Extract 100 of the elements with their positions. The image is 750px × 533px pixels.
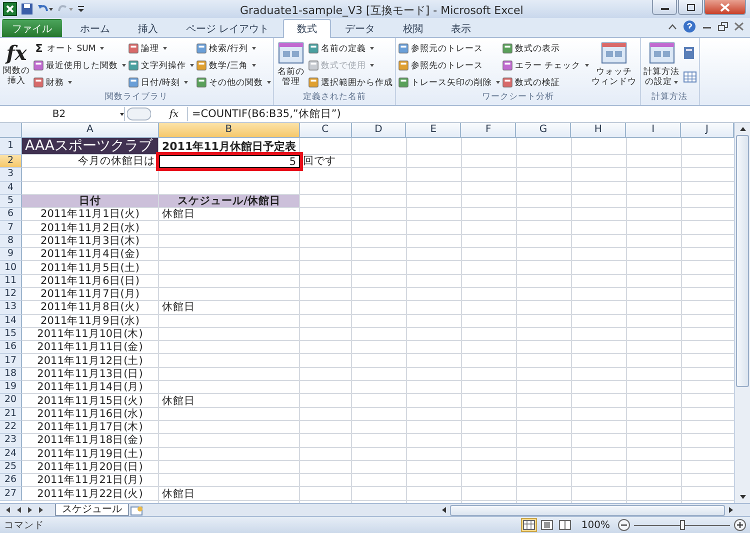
row-header[interactable]: 19 — [0, 381, 22, 394]
scroll-right-icon[interactable] — [727, 506, 735, 514]
ribbon-button[interactable]: エラー チェック — [502, 58, 589, 73]
ribbon-button[interactable]: 数式の表示 — [502, 41, 589, 56]
formula-field[interactable]: =COUNTIF(B6:B35,”休館日”) — [187, 107, 750, 121]
zoom-level[interactable]: 100% — [581, 520, 610, 530]
view-button[interactable] — [521, 518, 538, 532]
column-header[interactable]: G — [516, 123, 572, 138]
close-workbook-icon[interactable] — [734, 22, 744, 31]
ribbon-tab[interactable]: ページ レイアウト — [172, 19, 284, 37]
zoom-in-icon[interactable] — [734, 519, 746, 531]
column-header[interactable]: D — [352, 123, 406, 138]
ribbon-button[interactable]: 財務 — [33, 75, 126, 90]
ribbon-large-button[interactable]: fx 関数の 挿入 — [2, 40, 31, 91]
close-button[interactable] — [704, 0, 746, 15]
ribbon-large-button[interactable]: ウォッチ ウィンドウ — [590, 40, 638, 91]
column-header[interactable]: H — [571, 123, 626, 138]
ribbon-button[interactable]: 名前の定義 — [308, 41, 393, 56]
column-header[interactable]: B — [158, 123, 300, 138]
row-header[interactable]: 25 — [0, 460, 22, 474]
maximize-button[interactable] — [678, 0, 703, 15]
help-icon[interactable] — [683, 20, 696, 33]
row-header[interactable]: 27 — [0, 487, 22, 501]
caret-icon[interactable] — [120, 112, 124, 116]
ribbon-button[interactable]: トレース矢印の削除 — [398, 75, 500, 90]
row-header[interactable]: 18 — [0, 368, 22, 382]
ribbon-button[interactable]: Σ オート SUM — [33, 41, 126, 56]
ribbon-button[interactable]: その他の関数 — [196, 75, 271, 90]
row-header[interactable]: 22 — [0, 420, 22, 434]
column-header[interactable]: J — [681, 123, 734, 138]
ribbon-tab[interactable]: 挿入 — [124, 19, 172, 37]
ribbon-tab[interactable]: 校閲 — [389, 19, 438, 37]
ribbon-tab[interactable]: 数式 — [283, 19, 332, 38]
caret-icon — [370, 47, 374, 50]
row-header[interactable]: 14 — [0, 314, 22, 328]
vertical-scrollbar[interactable] — [734, 123, 750, 503]
row-header[interactable]: 12 — [0, 288, 22, 302]
ribbon-button[interactable]: 最近使用した関数 — [33, 58, 126, 73]
scroll-up-icon[interactable] — [738, 125, 746, 133]
ribbon-button[interactable]: 日付/時刻 — [128, 75, 194, 90]
row-header[interactable]: 24 — [0, 448, 22, 461]
row-header[interactable]: 16 — [0, 341, 22, 354]
column-header[interactable]: E — [406, 123, 462, 138]
row-header[interactable]: 17 — [0, 354, 22, 368]
ribbon-large-button[interactable]: 名前の 管理 — [276, 40, 306, 91]
row-header[interactable]: 11 — [0, 274, 22, 288]
slider-thumb[interactable] — [680, 520, 684, 530]
calculator-icon[interactable] — [682, 46, 695, 60]
ribbon-tab[interactable]: データ — [331, 19, 390, 37]
row-header[interactable]: 15 — [0, 328, 22, 342]
ribbon-button[interactable]: 論理 — [128, 41, 194, 56]
row-header[interactable]: 9 — [0, 248, 22, 262]
minimize-button[interactable] — [652, 0, 677, 15]
sheet-tab[interactable]: スケジュール — [55, 504, 129, 516]
row-header[interactable]: 26 — [0, 474, 22, 488]
ribbon-button[interactable]: 検索/行列 — [196, 41, 271, 56]
file-tab[interactable]: ファイル — [2, 19, 62, 37]
column-header[interactable]: I — [626, 123, 682, 138]
column-header[interactable]: A — [22, 123, 159, 138]
row-header[interactable]: 2 — [0, 155, 22, 168]
ribbon-button[interactable]: 参照先のトレース — [398, 58, 500, 73]
row-header[interactable]: 21 — [0, 408, 22, 421]
restore-workbook-icon[interactable] — [718, 22, 728, 31]
ribbon-button[interactable]: 文字列操作 — [128, 58, 194, 73]
row-header[interactable]: 7 — [0, 221, 22, 235]
ribbon-tab[interactable]: ホーム — [66, 19, 124, 37]
scroll-down-icon[interactable] — [738, 493, 746, 501]
row-header[interactable]: 1 — [0, 138, 22, 155]
view-icon — [559, 520, 572, 530]
row-header[interactable]: 10 — [0, 261, 22, 275]
new-sheet-icon[interactable] — [129, 504, 145, 516]
sheet-icon[interactable] — [682, 70, 697, 84]
table-cell: 5 — [159, 155, 300, 168]
row-header[interactable]: 8 — [0, 234, 22, 248]
name-box[interactable]: B2 — [0, 107, 125, 121]
row-header[interactable]: 3 — [0, 168, 22, 182]
zoom-out-icon[interactable] — [618, 519, 630, 531]
view-button[interactable] — [539, 518, 556, 532]
ribbon-button[interactable]: 参照元のトレース — [398, 41, 500, 56]
ribbon-tab[interactable]: 表示 — [437, 19, 486, 37]
resize-handle-icon[interactable] — [127, 107, 151, 121]
row-header[interactable]: 13 — [0, 301, 22, 315]
scroll-left-icon[interactable] — [440, 506, 448, 514]
minimize-ribbon-icon[interactable] — [668, 23, 677, 30]
ribbon-large-button[interactable]: 計算方法 の設定 — [642, 40, 681, 91]
customize-toolbar-icon[interactable] — [77, 3, 85, 15]
ribbon-button[interactable]: 数学/三角 — [196, 58, 271, 73]
row-header[interactable]: 23 — [0, 434, 22, 448]
view-button[interactable] — [557, 518, 574, 532]
save-icon[interactable] — [21, 3, 33, 15]
column-header[interactable]: C — [300, 123, 352, 138]
row-header[interactable]: 4 — [0, 182, 22, 195]
column-header[interactable]: F — [461, 123, 516, 138]
scrollbar-thumb[interactable] — [736, 135, 749, 387]
row-header[interactable]: 6 — [0, 208, 22, 222]
row-header[interactable]: 5 — [0, 194, 22, 208]
row-header[interactable]: 20 — [0, 394, 22, 408]
ribbon-button[interactable]: 数式の検証 — [502, 75, 589, 90]
insert-function-button[interactable]: fx — [163, 108, 185, 120]
ribbon-button[interactable]: 選択範囲から作成 — [308, 75, 393, 90]
